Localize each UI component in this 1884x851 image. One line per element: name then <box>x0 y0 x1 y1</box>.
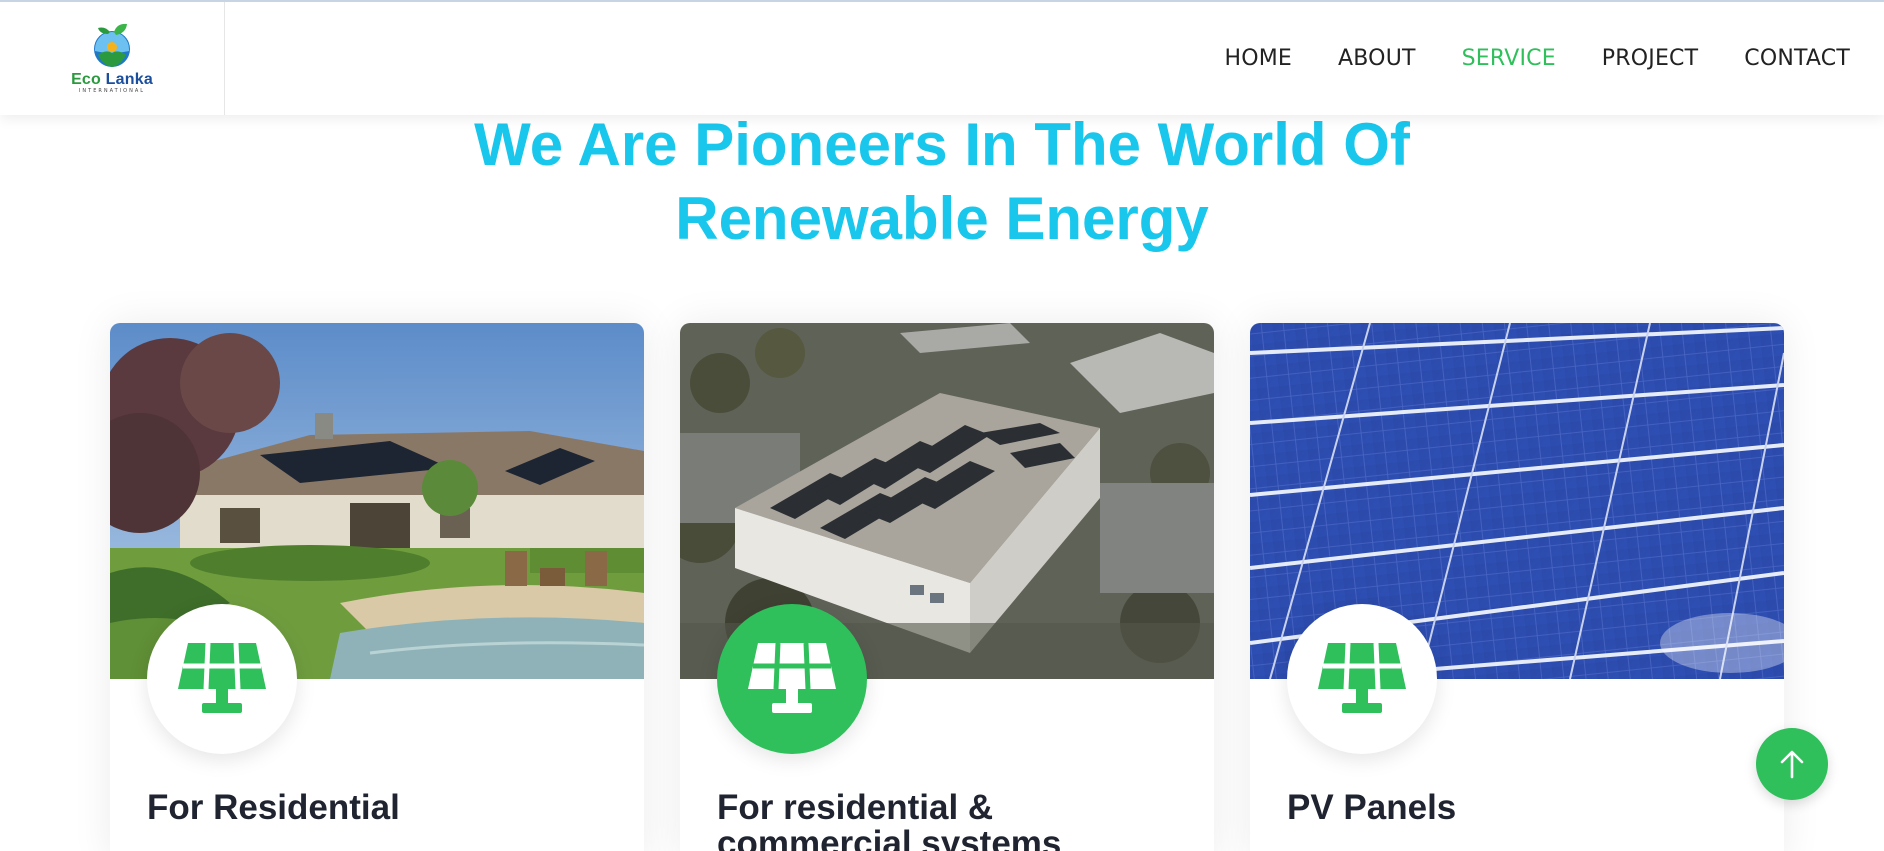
nav-contact[interactable]: CONTACT <box>1744 46 1850 71</box>
icon-circle-pv-panels <box>1287 604 1437 754</box>
nav-about[interactable]: ABOUT <box>1338 46 1416 71</box>
section-heading: We Are Pioneers In The World Of Renewabl… <box>0 108 1884 256</box>
service-card-pv-panels[interactable]: PV Panels <box>1250 323 1784 851</box>
logo-text: Eco Lanka <box>71 72 153 88</box>
card-title-pv-panels: PV Panels <box>1287 788 1457 827</box>
card-title-residential: For Residential <box>147 788 400 827</box>
logo-subtitle: INTERNATIONAL <box>78 88 146 94</box>
solar-panel-icon <box>1318 642 1406 713</box>
solar-panel-icon <box>748 642 836 713</box>
site-header: Eco Lanka INTERNATIONAL HOME ABOUT SERVI… <box>0 0 1884 115</box>
icon-circle-residential <box>147 604 297 754</box>
section-heading-line2: Renewable Energy <box>675 185 1209 252</box>
arrow-up-icon <box>1780 750 1804 779</box>
back-to-top-button[interactable] <box>1756 728 1828 800</box>
service-card-commercial[interactable]: For residential & commercial systems <box>680 323 1214 851</box>
globe-leaf-icon <box>94 23 130 67</box>
nav-home[interactable]: HOME <box>1224 46 1292 71</box>
section-heading-line1: We Are Pioneers In The World Of <box>474 111 1410 178</box>
nav-service[interactable]: SERVICE <box>1462 46 1556 71</box>
icon-circle-commercial <box>717 604 867 754</box>
logo-text-eco: Eco <box>71 71 102 88</box>
service-card-residential[interactable]: For Residential <box>110 323 644 851</box>
card-title-commercial: For residential & commercial systems <box>717 788 1062 851</box>
logo[interactable]: Eco Lanka INTERNATIONAL <box>0 2 225 115</box>
nav-project[interactable]: PROJECT <box>1602 46 1698 71</box>
solar-panel-icon <box>178 642 266 713</box>
logo-text-lanka: Lanka <box>105 71 153 88</box>
main-nav: HOME ABOUT SERVICE PROJECT CONTACT <box>1224 2 1850 115</box>
page: Eco Lanka INTERNATIONAL HOME ABOUT SERVI… <box>0 0 1884 851</box>
